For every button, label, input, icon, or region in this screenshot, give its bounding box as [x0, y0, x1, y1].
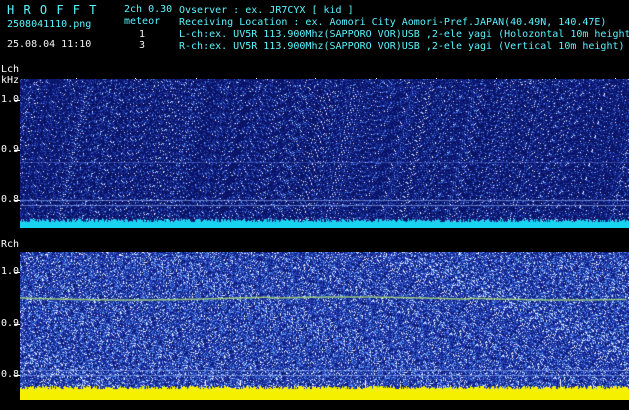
rch-spectrogram	[20, 252, 629, 400]
rch-label: Rch	[1, 239, 20, 250]
filename: 2508041110.png	[7, 19, 92, 30]
lch-waterfall-canvas	[20, 79, 629, 228]
meteor-label: meteor	[124, 16, 161, 27]
lch-label: Lch	[1, 64, 20, 75]
meteor-count-rch: 3	[139, 40, 146, 51]
location-line: Receiving Location : ex. Aomori City Aom…	[179, 17, 607, 28]
observer-line: Ovserver : ex. JR7CYX [ kid ]	[179, 5, 354, 16]
lch-spectrogram	[20, 79, 629, 228]
rch-waterfall-canvas	[20, 252, 629, 400]
khz-unit-label: kHz	[1, 75, 20, 86]
channel-mode: 2ch 0.30	[124, 4, 173, 15]
lch-description: L-ch:ex. UV5R 113.900Mhz(SAPPORO VOR)USB…	[179, 29, 629, 40]
app-title: H R O F F T	[7, 3, 98, 17]
rch-description: R-ch:ex. UV5R 113.900Mhz(SAPPORO VOR)USB…	[179, 41, 625, 52]
datetime: 25.08.04 11:10	[7, 39, 92, 50]
